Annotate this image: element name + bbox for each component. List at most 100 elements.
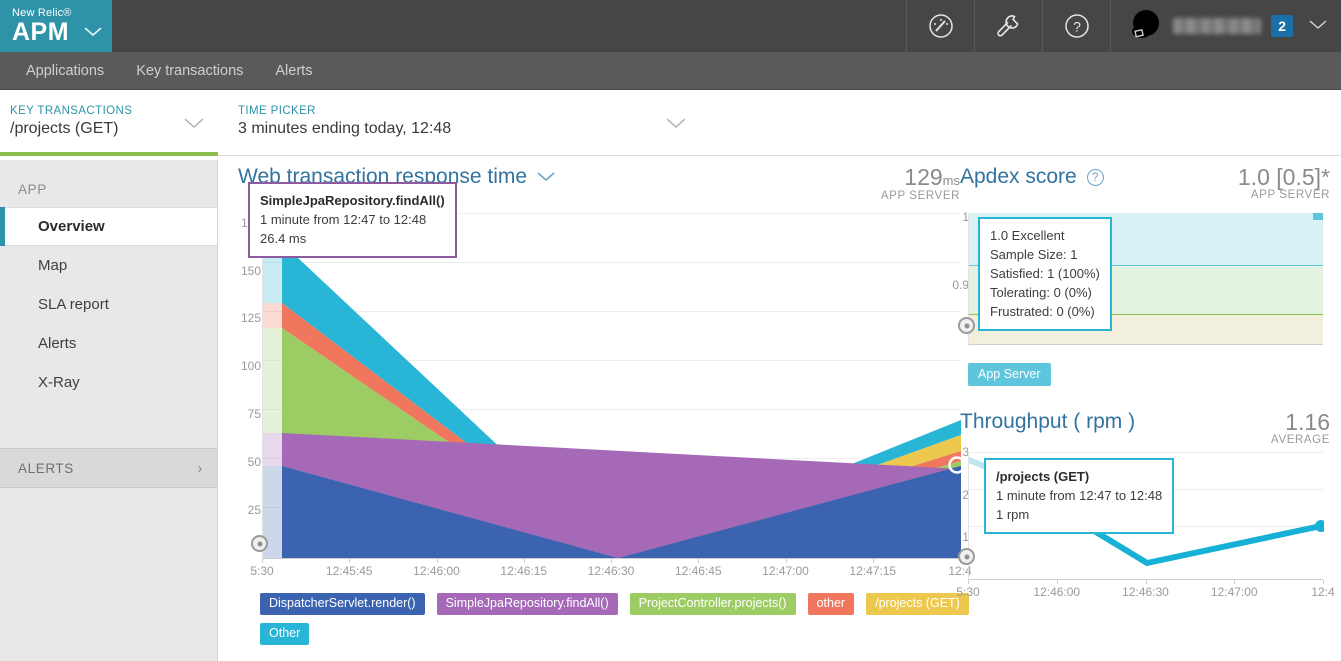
user-name-masked — [1173, 18, 1262, 34]
sidebar-item-sla-report[interactable]: SLA report — [0, 285, 217, 324]
x-tick-mark — [1056, 580, 1058, 584]
chart-legend: DispatcherServlet.render() SimpleJpaRepos… — [260, 593, 980, 645]
x-tick-label: 12:46:00 — [413, 564, 460, 578]
y-tick-label: 125 — [240, 311, 261, 326]
main-content: Web transaction response time 129ms APP … — [218, 157, 1341, 661]
sidebar-section-app: APP — [18, 182, 47, 197]
x-tick-mark — [698, 559, 700, 563]
top-navigation-bar: New Relic® APM ? 2 — [0, 0, 1341, 52]
tooltip-range: 1 minute from 12:47 to 12:48 — [260, 212, 427, 227]
y-tick-label: 0.9 — [952, 278, 969, 292]
metric-sublabel: APP SERVER — [880, 189, 960, 202]
sidebar-group-label: ALERTS — [18, 460, 74, 476]
metric-value: 129 — [904, 164, 943, 190]
legend-chip[interactable]: DispatcherServlet.render() — [260, 593, 425, 615]
tooltip-title: /projects (GET) — [996, 469, 1090, 484]
metric-value: 1.0 [0.5]* — [1237, 164, 1330, 190]
legend-chip[interactable]: SimpleJpaRepository.findAll() — [436, 593, 618, 615]
y-tick-label: 75 — [247, 407, 261, 422]
apdex-metric: 1.0 [0.5]* APP SERVER — [1238, 165, 1330, 201]
apm-overview-page: New Relic® APM ? 2 Applications Key tran… — [0, 0, 1341, 661]
legend-chip[interactable]: ProjectController.projects() — [629, 593, 796, 615]
y-axis-labels: 255075100125150175 — [238, 213, 262, 558]
apdex-header: Apdex score ? 1.0 [0.5]* APP SERVER — [960, 165, 1330, 201]
chevron-right-icon: › — [197, 459, 203, 477]
sidebar: APP Overview Map SLA report Alerts X-Ray… — [0, 160, 218, 661]
sidebar-item-label: Map — [38, 257, 68, 274]
x-tick-label: 12:4 — [1311, 585, 1335, 599]
x-tick-label: 12:46:45 — [674, 564, 722, 578]
chevron-down-icon[interactable] — [184, 116, 204, 133]
chart-scroll-handle[interactable] — [251, 535, 268, 552]
tooltip-line-4: Tolerating: 0 (0%) — [990, 285, 1092, 300]
time-picker-kicker: TIME PICKER — [238, 105, 316, 117]
x-tick-label: 12:46:00 — [1033, 585, 1081, 599]
sidebar-item-label: Overview — [38, 218, 105, 235]
user-account-menu[interactable]: 2 — [1110, 0, 1341, 52]
time-picker-value: 3 minutes ending today, 12:48 — [238, 120, 452, 137]
panel-metric: 129ms APP SERVER — [881, 165, 960, 202]
brand-apm-selector[interactable]: New Relic® APM — [0, 0, 112, 52]
x-tick-label: 12:47:15 — [849, 564, 897, 578]
x-tick-mark — [872, 559, 874, 563]
apdex-panel: Apdex score ? 1.0 [0.5]* APP SERVER 1 0.… — [952, 165, 1330, 386]
legend-chip[interactable]: /projects (GET) — [866, 593, 969, 615]
x-tick-label: 12:46:15 — [500, 564, 548, 578]
throughput-title: Throughput ( rpm ) — [960, 410, 1136, 433]
response-time-plot[interactable] — [251, 213, 961, 558]
y-tick-label: 150 — [240, 263, 261, 278]
tooltip-line-1: 1.0 Excellent — [990, 228, 1065, 243]
legend-chip[interactable]: Other — [260, 623, 310, 645]
key-transaction-name: /projects (GET) — [10, 120, 119, 137]
y-tick-label: 25 — [247, 503, 261, 518]
help-icon[interactable]: ? — [1042, 0, 1110, 52]
tooltip-value: 1 rpm — [996, 507, 1030, 522]
subnav-item-applications[interactable]: Applications — [10, 52, 120, 90]
apdex-title-row: Apdex score ? — [960, 165, 1104, 189]
sidebar-item-xray[interactable]: X-Ray — [0, 363, 217, 402]
gauge-icon[interactable] — [906, 0, 974, 52]
chevron-down-icon[interactable] — [537, 169, 555, 186]
notification-badge[interactable]: 2 — [1271, 15, 1293, 37]
y-tick-label: 50 — [247, 455, 261, 470]
sidebar-item-map[interactable]: Map — [0, 246, 217, 285]
metric-sublabel: APP SERVER — [1250, 189, 1330, 202]
secondary-navigation: Applications Key transactions Alerts — [0, 52, 1341, 90]
throughput-x-axis: 5:30 12:46:00 12:46:30 12:47:00 12:4 — [956, 580, 1335, 604]
chevron-down-icon[interactable] — [666, 116, 686, 133]
tooltip-value: 26.4 ms — [260, 231, 307, 246]
chevron-down-icon[interactable] — [84, 24, 102, 42]
x-tick-mark — [523, 559, 525, 563]
subnav-item-alerts[interactable]: Alerts — [259, 52, 328, 90]
response-time-tooltip: SimpleJpaRepository.findAll() 1 minute f… — [248, 182, 457, 258]
sidebar-item-alerts[interactable]: Alerts — [0, 324, 217, 363]
key-transactions-kicker: KEY TRANSACTIONS — [10, 105, 133, 117]
legend-chip[interactable]: other — [807, 593, 855, 615]
key-transaction-selector[interactable]: KEY TRANSACTIONS /projects (GET) — [0, 90, 218, 156]
x-tick-mark — [1323, 580, 1324, 584]
x-tick-label: 12:45:45 — [325, 564, 373, 578]
metric-value: 1.16 — [1285, 409, 1330, 435]
apdex-tooltip: 1.0 Excellent Sample Size: 1 Satisfied: … — [978, 217, 1112, 331]
wrench-icon[interactable] — [974, 0, 1042, 52]
throughput-scroll-handle[interactable] — [958, 548, 975, 565]
throughput-metric: 1.16 AVERAGE — [1271, 410, 1330, 446]
x-tick-label: 12:46:30 — [587, 564, 635, 578]
tooltip-line-5: Frustrated: 0 (0%) — [990, 304, 1095, 319]
web-transaction-response-time-panel: Web transaction response time 129ms APP … — [238, 165, 972, 645]
chevron-down-icon[interactable] — [1309, 17, 1327, 35]
app-server-toggle[interactable]: App Server — [968, 363, 1051, 386]
help-icon[interactable]: ? — [1086, 168, 1104, 186]
right-column: Apdex score ? 1.0 [0.5]* APP SERVER 1 0.… — [952, 165, 1335, 635]
time-picker[interactable]: TIME PICKER 3 minutes ending today, 12:4… — [218, 90, 1341, 156]
x-tick-mark — [436, 559, 438, 563]
apdex-scroll-handle[interactable] — [958, 317, 975, 334]
x-tick-mark — [611, 559, 612, 563]
tooltip-range: 1 minute from 12:47 to 12:48 — [996, 488, 1163, 503]
tooltip-title: SimpleJpaRepository.findAll() — [260, 193, 445, 208]
x-tick-label: 12:46:30 — [1122, 585, 1169, 599]
sidebar-item-overview[interactable]: Overview — [0, 207, 217, 246]
subnav-item-key-transactions[interactable]: Key transactions — [120, 52, 259, 90]
sidebar-group-alerts[interactable]: ALERTS › — [0, 448, 217, 488]
x-tick-label: 12:47:00 — [762, 564, 809, 578]
